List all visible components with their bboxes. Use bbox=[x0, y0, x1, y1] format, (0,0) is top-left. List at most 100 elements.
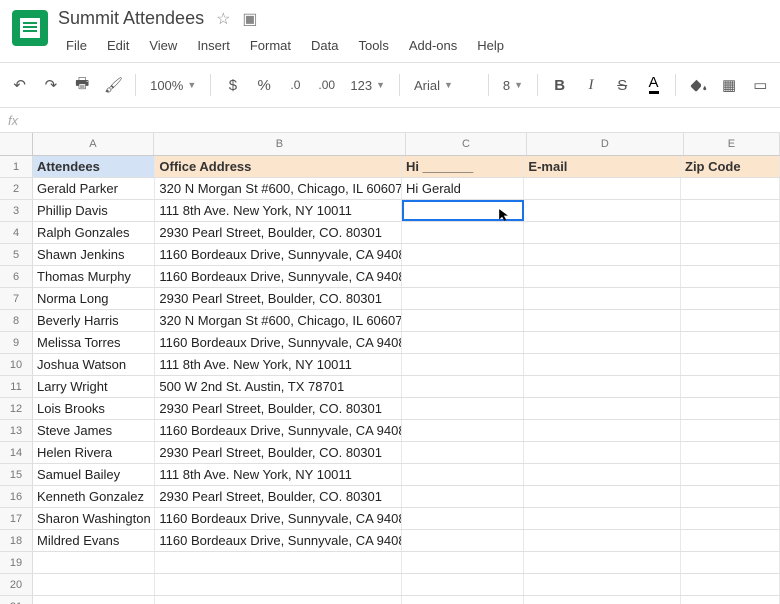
cell-D17[interactable] bbox=[524, 508, 681, 529]
cell-B12[interactable]: 2930 Pearl Street, Boulder, CO. 80301 bbox=[155, 398, 402, 419]
cell-B20[interactable] bbox=[155, 574, 402, 595]
cell-C6[interactable] bbox=[402, 266, 524, 287]
cell-B4[interactable]: 2930 Pearl Street, Boulder, CO. 80301 bbox=[155, 222, 402, 243]
row-header[interactable]: 20 bbox=[0, 574, 33, 595]
cell-C3[interactable] bbox=[402, 200, 524, 221]
cell-E14[interactable] bbox=[681, 442, 780, 463]
col-header-D[interactable]: D bbox=[527, 133, 684, 155]
cell-E4[interactable] bbox=[681, 222, 780, 243]
row-header[interactable]: 4 bbox=[0, 222, 33, 243]
cell-A5[interactable]: Shawn Jenkins bbox=[33, 244, 155, 265]
cell-A20[interactable] bbox=[33, 574, 155, 595]
redo-button[interactable]: ↷ bbox=[39, 73, 62, 97]
cell-C4[interactable] bbox=[402, 222, 524, 243]
menu-addons[interactable]: Add-ons bbox=[401, 35, 465, 56]
bold-button[interactable]: B bbox=[548, 73, 571, 97]
row-header[interactable]: 8 bbox=[0, 310, 33, 331]
cell-A16[interactable]: Kenneth Gonzalez bbox=[33, 486, 155, 507]
cell-B19[interactable] bbox=[155, 552, 402, 573]
cell-B11[interactable]: 500 W 2nd St. Austin, TX 78701 bbox=[155, 376, 402, 397]
cell-C13[interactable] bbox=[402, 420, 524, 441]
cell-A14[interactable]: Helen Rivera bbox=[33, 442, 155, 463]
cell-D7[interactable] bbox=[524, 288, 681, 309]
cell-D20[interactable] bbox=[524, 574, 681, 595]
col-header-B[interactable]: B bbox=[154, 133, 406, 155]
cell-A15[interactable]: Samuel Bailey bbox=[33, 464, 155, 485]
cell-E17[interactable] bbox=[681, 508, 780, 529]
cell-C21[interactable] bbox=[402, 596, 524, 604]
cell-D4[interactable] bbox=[524, 222, 681, 243]
cell-A12[interactable]: Lois Brooks bbox=[33, 398, 155, 419]
cell-A17[interactable]: Sharon Washington bbox=[33, 508, 155, 529]
strikethrough-button[interactable]: S bbox=[611, 73, 634, 97]
dec-increase-button[interactable]: .00 bbox=[315, 73, 338, 97]
cell-D12[interactable] bbox=[524, 398, 681, 419]
row-header[interactable]: 5 bbox=[0, 244, 33, 265]
cell-E12[interactable] bbox=[681, 398, 780, 419]
print-button[interactable]: 🖶 bbox=[71, 73, 94, 97]
cell-D16[interactable] bbox=[524, 486, 681, 507]
cell-C15[interactable] bbox=[402, 464, 524, 485]
row-header[interactable]: 3 bbox=[0, 200, 33, 221]
row-header[interactable]: 9 bbox=[0, 332, 33, 353]
percent-button[interactable]: % bbox=[253, 73, 276, 97]
cell-C11[interactable] bbox=[402, 376, 524, 397]
cell-A1[interactable]: Attendees bbox=[33, 156, 155, 177]
cell-D15[interactable] bbox=[524, 464, 681, 485]
cell-C18[interactable] bbox=[402, 530, 524, 551]
menu-help[interactable]: Help bbox=[469, 35, 512, 56]
cell-C16[interactable] bbox=[402, 486, 524, 507]
row-header[interactable]: 16 bbox=[0, 486, 33, 507]
cell-B16[interactable]: 2930 Pearl Street, Boulder, CO. 80301 bbox=[155, 486, 402, 507]
cell-E6[interactable] bbox=[681, 266, 780, 287]
cell-D1[interactable]: E-mail bbox=[524, 156, 681, 177]
row-header[interactable]: 6 bbox=[0, 266, 33, 287]
menu-data[interactable]: Data bbox=[303, 35, 346, 56]
cell-D6[interactable] bbox=[524, 266, 681, 287]
row-header[interactable]: 2 bbox=[0, 178, 33, 199]
cell-C1[interactable]: Hi _______ bbox=[402, 156, 524, 177]
cell-E10[interactable] bbox=[681, 354, 780, 375]
cell-D13[interactable] bbox=[524, 420, 681, 441]
cell-B15[interactable]: 111 8th Ave. New York, NY 10011 bbox=[155, 464, 402, 485]
cell-E19[interactable] bbox=[681, 552, 780, 573]
number-format-dropdown[interactable]: 123 ▼ bbox=[346, 78, 389, 93]
row-header[interactable]: 15 bbox=[0, 464, 33, 485]
row-header[interactable]: 21 bbox=[0, 596, 33, 604]
cell-C7[interactable] bbox=[402, 288, 524, 309]
undo-button[interactable]: ↶ bbox=[8, 73, 31, 97]
cell-C9[interactable] bbox=[402, 332, 524, 353]
borders-button[interactable]: ▦ bbox=[717, 73, 740, 97]
col-header-A[interactable]: A bbox=[33, 133, 154, 155]
cell-D5[interactable] bbox=[524, 244, 681, 265]
cell-E2[interactable] bbox=[681, 178, 780, 199]
cell-C19[interactable] bbox=[402, 552, 524, 573]
row-header[interactable]: 13 bbox=[0, 420, 33, 441]
star-icon[interactable]: ☆ bbox=[216, 9, 230, 29]
cell-C14[interactable] bbox=[402, 442, 524, 463]
cell-E9[interactable] bbox=[681, 332, 780, 353]
dec-decrease-button[interactable]: .0 bbox=[284, 73, 307, 97]
row-header[interactable]: 12 bbox=[0, 398, 33, 419]
cell-D9[interactable] bbox=[524, 332, 681, 353]
cell-B13[interactable]: 1160 Bordeaux Drive, Sunnyvale, CA 94089 bbox=[155, 420, 402, 441]
row-header[interactable]: 17 bbox=[0, 508, 33, 529]
currency-button[interactable]: $ bbox=[221, 73, 244, 97]
cell-E5[interactable] bbox=[681, 244, 780, 265]
menu-view[interactable]: View bbox=[141, 35, 185, 56]
cell-B3[interactable]: 111 8th Ave. New York, NY 10011 bbox=[155, 200, 402, 221]
cell-E11[interactable] bbox=[681, 376, 780, 397]
cell-A2[interactable]: Gerald Parker bbox=[33, 178, 155, 199]
cell-B18[interactable]: 1160 Bordeaux Drive, Sunnyvale, CA 94089 bbox=[155, 530, 402, 551]
row-header[interactable]: 19 bbox=[0, 552, 33, 573]
cell-C10[interactable] bbox=[402, 354, 524, 375]
cell-A10[interactable]: Joshua Watson bbox=[33, 354, 155, 375]
row-header[interactable]: 11 bbox=[0, 376, 33, 397]
cell-C2[interactable]: Hi Gerald bbox=[402, 178, 524, 199]
cell-E1[interactable]: Zip Code bbox=[681, 156, 780, 177]
menu-tools[interactable]: Tools bbox=[350, 35, 396, 56]
cell-B5[interactable]: 1160 Bordeaux Drive, Sunnyvale, CA 94089 bbox=[155, 244, 402, 265]
cell-E20[interactable] bbox=[681, 574, 780, 595]
cell-D8[interactable] bbox=[524, 310, 681, 331]
text-color-button[interactable]: A bbox=[642, 73, 665, 97]
